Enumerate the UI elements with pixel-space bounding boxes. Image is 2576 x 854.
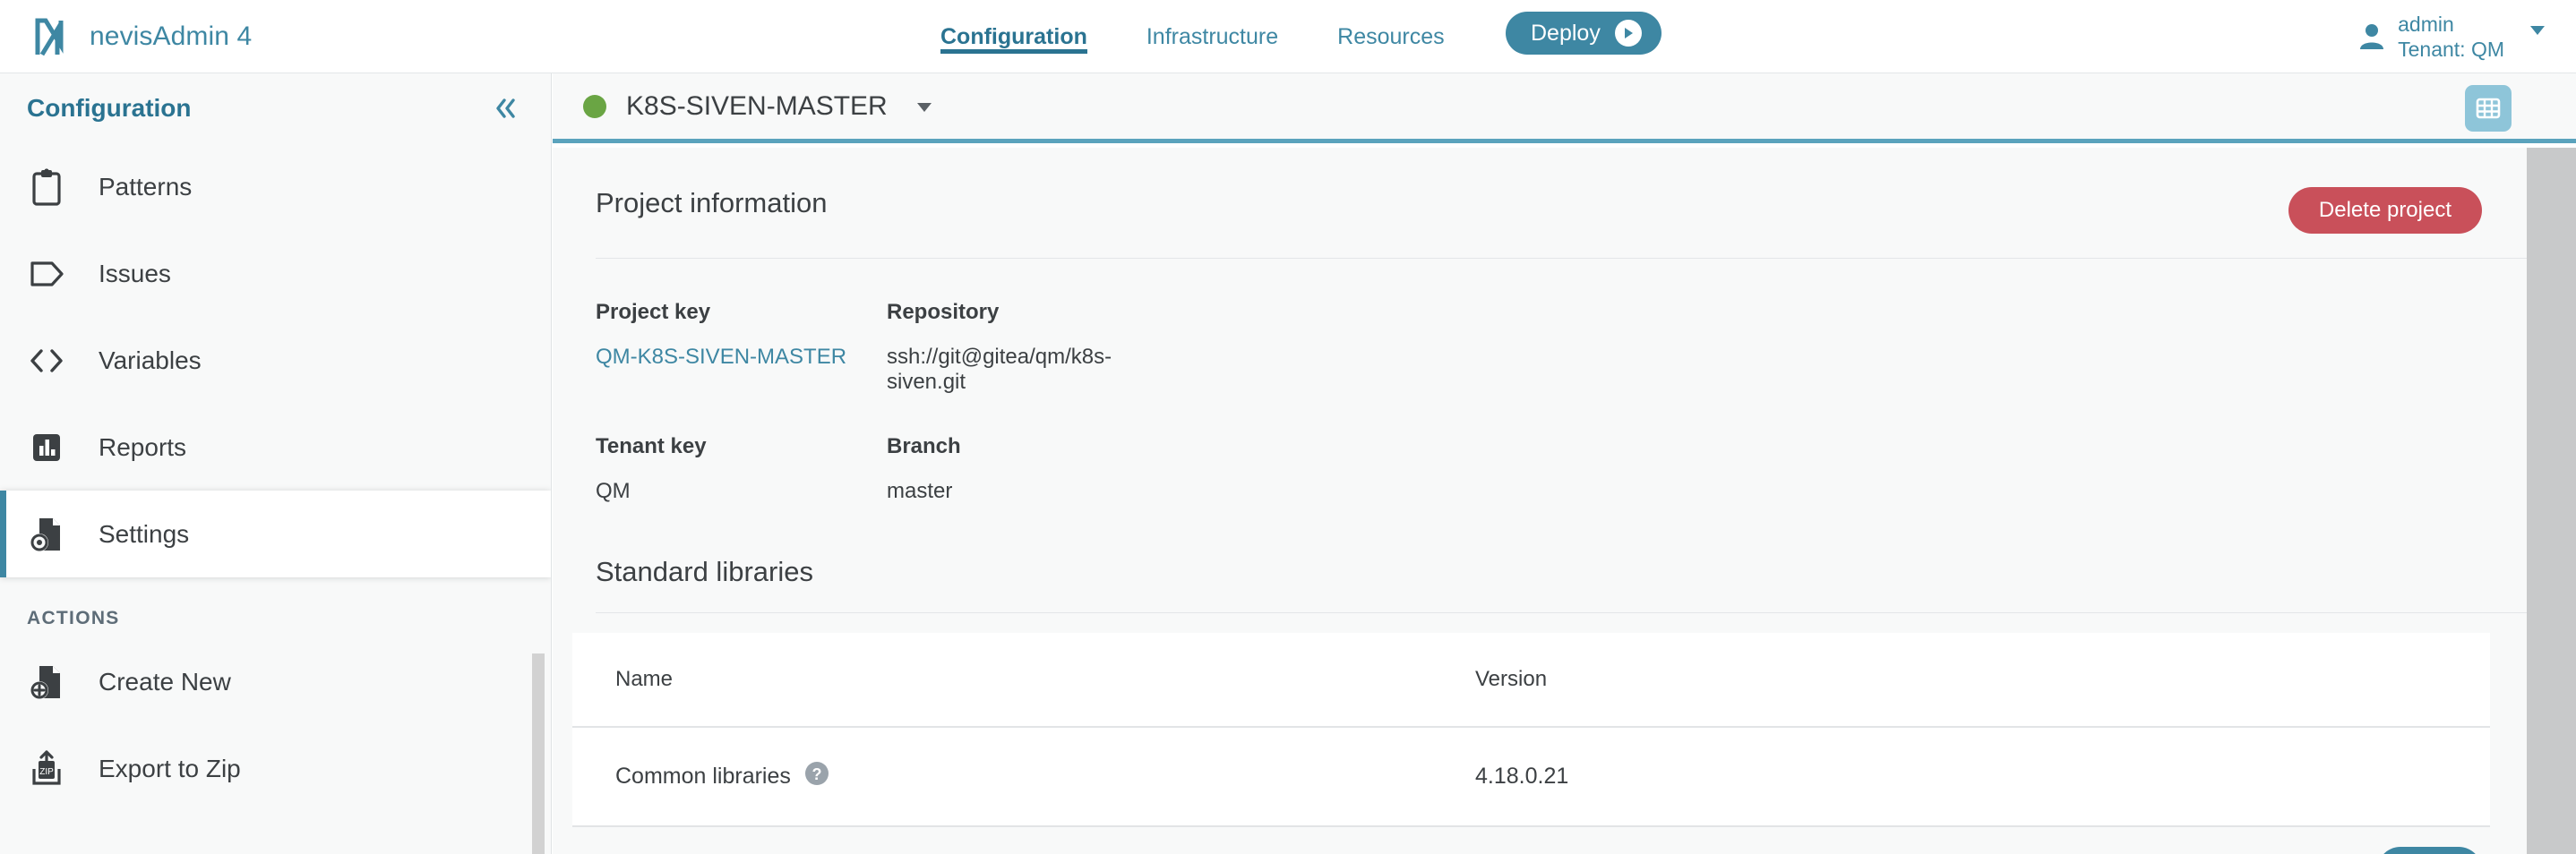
- sidebar-action-export-to-zip[interactable]: ZIP Export to Zip: [0, 725, 551, 812]
- nevis-logo-icon: [35, 18, 64, 56]
- file-gear-icon: [25, 515, 68, 554]
- clipboard-icon: [25, 167, 68, 207]
- sidebar-item-variables[interactable]: Variables: [0, 317, 551, 404]
- table-footer-actions: Edit: [553, 827, 2527, 854]
- top-bar: nevisAdmin 4 Configuration Infrastructur…: [0, 0, 2576, 73]
- project-information-header: Project information Delete project: [553, 148, 2527, 234]
- sidebar-item-settings[interactable]: Settings: [0, 491, 551, 577]
- code-brackets-icon: [25, 347, 68, 374]
- field-branch: Branch master: [887, 434, 1178, 504]
- sidebar-item-label: Patterns: [99, 172, 193, 201]
- column-header-version: Version: [1475, 633, 2490, 728]
- person-icon: [2360, 24, 2384, 49]
- cell-version: 4.18.0.21: [1475, 727, 2490, 827]
- svg-text:ZIP: ZIP: [39, 767, 54, 777]
- chevron-double-left-icon[interactable]: [490, 93, 520, 124]
- chevron-down-icon[interactable]: [913, 95, 936, 118]
- sidebar-action-create-new[interactable]: Create New: [0, 638, 551, 725]
- table-header-row: Name Version: [572, 633, 2490, 728]
- divider: [596, 612, 2527, 613]
- field-label: Project key: [596, 300, 711, 324]
- standard-libraries-table: Name Version Common libraries ? 4.18.0.2…: [572, 633, 2490, 827]
- sidebar-header: Configuration: [0, 73, 551, 143]
- field-value: master: [887, 479, 953, 503]
- sidebar-item-label: Variables: [99, 346, 202, 374]
- field-value: QM: [596, 479, 631, 503]
- edit-button[interactable]: Edit: [2376, 847, 2482, 854]
- top-navigation: Configuration Infrastructure Resources: [940, 0, 1445, 73]
- sidebar-title: Configuration: [27, 94, 192, 122]
- info-row: Tenant key QM Branch master: [596, 434, 2527, 504]
- sidebar-actions-label: ACTIONS: [27, 608, 120, 628]
- delete-project-button[interactable]: Delete project: [2288, 187, 2482, 234]
- status-badge: [583, 94, 606, 118]
- user-info: admin Tenant: QM: [2398, 12, 2504, 62]
- page-title: Project information: [596, 187, 828, 218]
- tag-icon: [25, 260, 68, 287]
- tab-resources[interactable]: Resources: [1337, 0, 1445, 73]
- user-tenant: Tenant: QM: [2398, 38, 2504, 61]
- zip-upload-icon: ZIP: [25, 749, 68, 789]
- project-information-fields: Project key QM-K8S-SIVEN-MASTER Reposito…: [553, 259, 2527, 504]
- sidebar: Configuration Patterns Issues Variables …: [0, 73, 552, 854]
- question-mark-icon[interactable]: ?: [803, 760, 830, 793]
- deploy-button[interactable]: Deploy: [1506, 12, 1662, 55]
- field-project-key: Project key QM-K8S-SIVEN-MASTER: [596, 300, 887, 395]
- app-root: nevisAdmin 4 Configuration Infrastructur…: [0, 0, 2576, 854]
- brand[interactable]: nevisAdmin 4: [34, 0, 252, 73]
- cell-name: Common libraries ?: [572, 727, 1475, 827]
- field-repository: Repository ssh://git@gitea/qm/k8s-siven.…: [887, 300, 1178, 395]
- bar-chart-icon: [25, 431, 68, 465]
- main-scrollbar-thumb[interactable]: [2527, 148, 2576, 854]
- sidebar-item-issues[interactable]: Issues: [0, 230, 551, 317]
- table-row[interactable]: Common libraries ? 4.18.0.21: [572, 727, 2490, 827]
- field-label: Repository: [887, 300, 1000, 324]
- sidebar-action-label: Create New: [99, 667, 231, 696]
- info-row: Project key QM-K8S-SIVEN-MASTER Reposito…: [596, 300, 2527, 395]
- main-content: Project information Delete project Proje…: [553, 148, 2527, 854]
- field-value[interactable]: QM-K8S-SIVEN-MASTER: [596, 345, 887, 370]
- sidebar-item-label: Issues: [99, 259, 171, 287]
- sidebar-item-reports[interactable]: Reports: [0, 404, 551, 491]
- field-value: ssh://git@gitea/qm/k8s-siven.git: [887, 345, 1112, 394]
- sidebar-item-label: Reports: [99, 432, 187, 461]
- library-name: Common libraries: [615, 764, 791, 789]
- chevron-down-icon[interactable]: [2526, 18, 2549, 41]
- tab-configuration[interactable]: Configuration: [940, 0, 1087, 73]
- table-grid-icon[interactable]: [2465, 85, 2512, 132]
- field-label: Tenant key: [596, 434, 707, 458]
- play-icon: [1614, 20, 1642, 47]
- user-menu[interactable]: admin Tenant: QM: [2358, 0, 2549, 73]
- sidebar-item-label: Settings: [99, 519, 190, 548]
- field-label: Branch: [887, 434, 961, 458]
- brand-name: nevisAdmin 4: [90, 21, 253, 51]
- sidebar-item-patterns[interactable]: Patterns: [0, 143, 551, 230]
- deploy-button-label: Deploy: [1531, 20, 1601, 46]
- main-scrollbar[interactable]: [2527, 148, 2576, 854]
- field-tenant-key: Tenant key QM: [596, 434, 887, 504]
- project-name: K8S-SIVEN-MASTER: [626, 90, 888, 121]
- column-header-name: Name: [572, 633, 1475, 728]
- project-selector[interactable]: K8S-SIVEN-MASTER: [553, 91, 936, 122]
- sidebar-action-label: Export to Zip: [99, 754, 241, 782]
- user-name: admin: [2398, 12, 2454, 36]
- project-selector-bar: K8S-SIVEN-MASTER: [553, 73, 2576, 143]
- sidebar-scrollbar[interactable]: [532, 653, 545, 854]
- standard-libraries-title: Standard libraries: [596, 556, 813, 587]
- tab-infrastructure[interactable]: Infrastructure: [1146, 0, 1278, 73]
- svg-text:?: ?: [811, 765, 821, 783]
- file-plus-icon: [25, 662, 68, 702]
